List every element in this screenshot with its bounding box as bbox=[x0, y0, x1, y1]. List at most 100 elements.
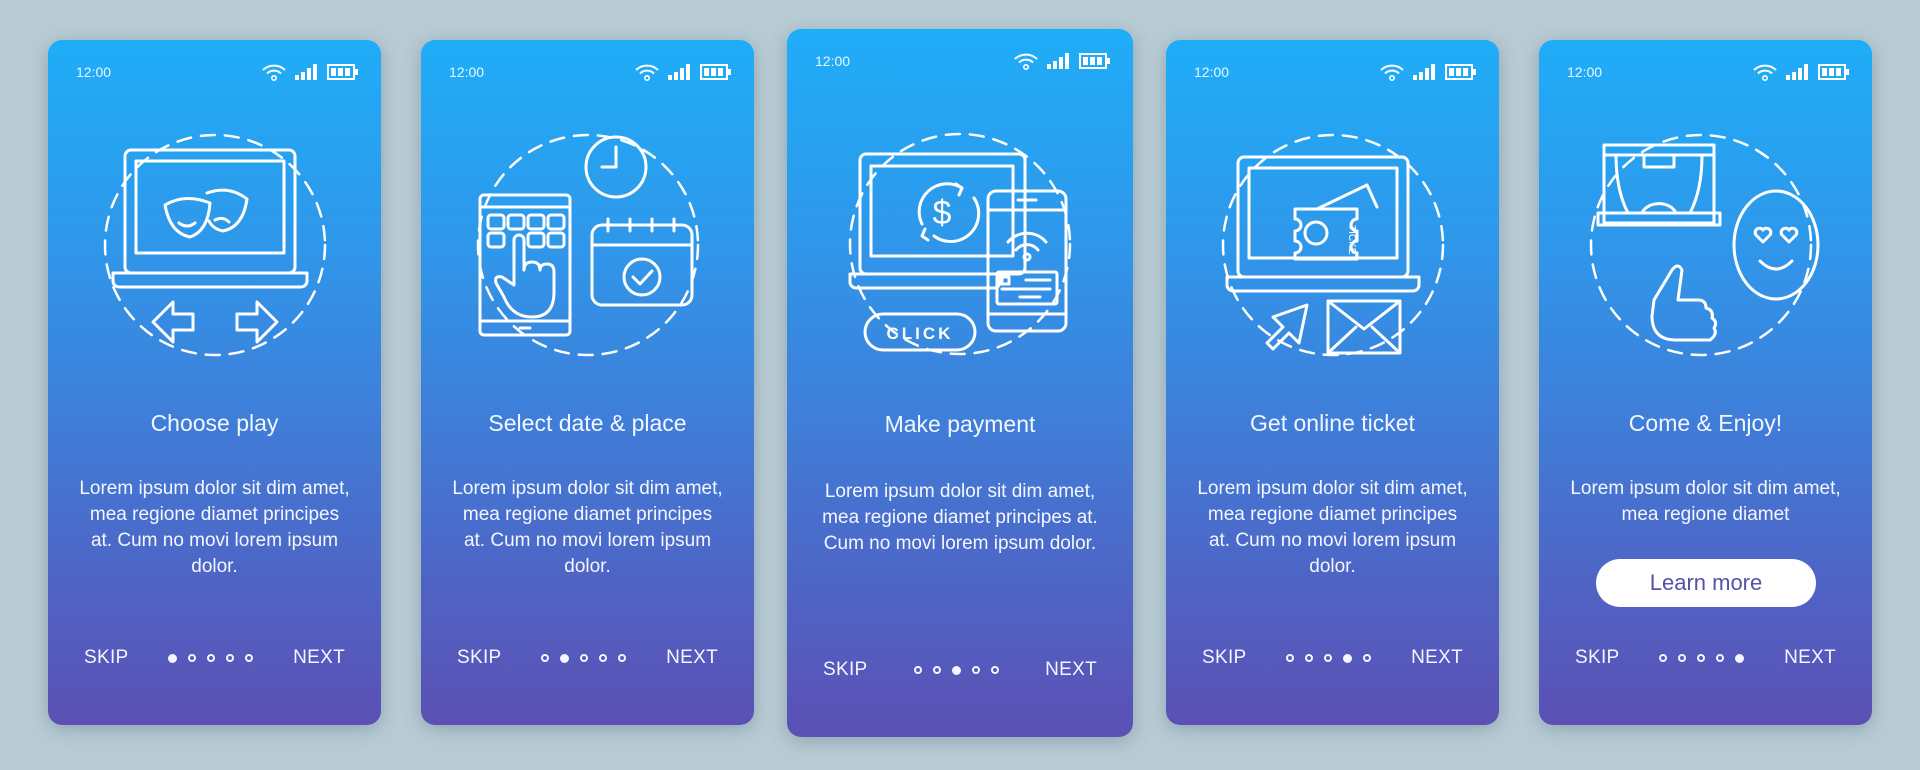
screen-description: Lorem ipsum dolor sit dim amet, mea regi… bbox=[822, 481, 1098, 554]
signal-icon bbox=[1047, 53, 1071, 69]
page-dot-active[interactable] bbox=[560, 653, 570, 663]
smartphone-icon bbox=[986, 189, 1068, 333]
next-button[interactable]: NEXT bbox=[293, 647, 345, 669]
enjoy-show-illustration bbox=[1576, 125, 1836, 365]
onboarding-screen-1: 12:00 Choose play Lorem ipsum dolor sit … bbox=[48, 40, 381, 725]
screen-title: Get online ticket bbox=[1250, 410, 1415, 436]
wifi-icon bbox=[634, 63, 660, 81]
page-dot-active[interactable] bbox=[1343, 653, 1353, 663]
svg-text:$: $ bbox=[933, 194, 952, 232]
screen-description: Lorem ipsum dolor sit dim amet, mea regi… bbox=[1197, 478, 1468, 577]
page-indicator bbox=[913, 665, 999, 675]
skip-button[interactable]: SKIP bbox=[457, 647, 502, 669]
battery-icon bbox=[1818, 64, 1850, 80]
page-dot[interactable] bbox=[580, 654, 589, 662]
thumbs-up-icon bbox=[1650, 264, 1717, 342]
status-bar: 12:00 bbox=[449, 62, 732, 82]
status-bar: 12:00 bbox=[1194, 62, 1477, 82]
wifi-icon bbox=[1379, 63, 1405, 81]
status-time: 12:00 bbox=[76, 64, 112, 80]
battery-icon bbox=[1079, 53, 1111, 69]
tapping-hand-icon bbox=[493, 233, 555, 319]
wifi-icon bbox=[261, 63, 287, 81]
page-dot[interactable] bbox=[1678, 654, 1687, 662]
page-dot-active[interactable] bbox=[168, 653, 178, 663]
clock-icon bbox=[584, 135, 647, 199]
signal-icon bbox=[1786, 64, 1810, 80]
skip-button[interactable]: SKIP bbox=[823, 659, 868, 681]
wifi-icon bbox=[1752, 63, 1778, 81]
status-time: 12:00 bbox=[815, 53, 851, 69]
page-dot-active[interactable] bbox=[951, 665, 961, 675]
page-dot-active[interactable] bbox=[1735, 653, 1745, 663]
screen-title: Select date & place bbox=[488, 410, 687, 436]
tablet-clock-calendar-illustration bbox=[458, 125, 718, 365]
click-button-icon: CLICK bbox=[863, 312, 977, 352]
screen-description: Lorem ipsum dolor sit dim amet, mea regi… bbox=[1570, 478, 1841, 525]
page-indicator bbox=[541, 653, 627, 663]
signal-icon bbox=[1413, 64, 1437, 80]
cursor-arrow-icon bbox=[1265, 303, 1308, 351]
signal-icon bbox=[668, 64, 692, 80]
envelope-icon bbox=[1326, 299, 1401, 355]
next-button[interactable]: NEXT bbox=[1045, 659, 1097, 681]
page-dot[interactable] bbox=[990, 666, 999, 674]
screen-title: Make payment bbox=[884, 411, 1036, 437]
screen-title: Come & Enjoy! bbox=[1628, 410, 1783, 436]
onboarding-screen-4: 12:00 TICKET Get online ticket Lorem ips… bbox=[1166, 40, 1499, 725]
heart-eyes-face-icon bbox=[1732, 189, 1819, 301]
theater-stage-icon bbox=[1596, 143, 1721, 227]
svg-text:CLICK: CLICK bbox=[887, 324, 954, 343]
page-dot[interactable] bbox=[226, 654, 235, 662]
battery-icon bbox=[1445, 64, 1477, 80]
page-dot[interactable] bbox=[971, 666, 980, 674]
status-time: 12:00 bbox=[1194, 64, 1230, 80]
onboarding-screen-5: 12:00 Come & Enjoy! Lorem ipsum dolor si… bbox=[1539, 40, 1872, 725]
page-dot[interactable] bbox=[1286, 654, 1295, 662]
skip-button[interactable]: SKIP bbox=[1575, 647, 1620, 669]
skip-button[interactable]: SKIP bbox=[1202, 647, 1247, 669]
status-time: 12:00 bbox=[1567, 64, 1603, 80]
learn-more-button[interactable]: Learn more bbox=[1596, 559, 1816, 607]
laptop-theater-masks-illustration bbox=[85, 125, 345, 365]
onboarding-screen-2: 12:00 Select date & place Lorem ipsum do… bbox=[421, 40, 754, 725]
dollar-exchange-icon: $ bbox=[917, 182, 981, 244]
page-dot[interactable] bbox=[541, 654, 550, 662]
page-dot[interactable] bbox=[1363, 654, 1372, 662]
ticket-icon: TICKET bbox=[1293, 183, 1378, 261]
page-dot[interactable] bbox=[1716, 654, 1725, 662]
next-button[interactable]: NEXT bbox=[1411, 647, 1463, 669]
page-dot[interactable] bbox=[1305, 654, 1314, 662]
online-ticket-illustration: TICKET bbox=[1203, 125, 1463, 365]
screen-description: Lorem ipsum dolor sit dim amet, mea regi… bbox=[79, 478, 350, 577]
svg-text:TICKET: TICKET bbox=[1346, 225, 1357, 261]
page-dot[interactable] bbox=[932, 666, 941, 674]
battery-icon bbox=[700, 64, 732, 80]
page-dot[interactable] bbox=[188, 654, 197, 662]
theater-masks-icon bbox=[163, 188, 248, 239]
skip-button[interactable]: SKIP bbox=[84, 647, 129, 669]
page-dot[interactable] bbox=[1659, 654, 1668, 662]
signal-icon bbox=[295, 64, 319, 80]
next-button[interactable]: NEXT bbox=[666, 647, 718, 669]
page-dot[interactable] bbox=[1697, 654, 1706, 662]
page-indicator bbox=[168, 653, 254, 663]
screen-description: Lorem ipsum dolor sit dim amet, mea regi… bbox=[452, 478, 723, 577]
page-dot[interactable] bbox=[618, 654, 627, 662]
page-dot[interactable] bbox=[599, 654, 608, 662]
status-bar: 12:00 bbox=[815, 51, 1111, 71]
battery-icon bbox=[327, 64, 359, 80]
page-indicator bbox=[1659, 653, 1745, 663]
page-dot[interactable] bbox=[207, 654, 216, 662]
next-button[interactable]: NEXT bbox=[1784, 647, 1836, 669]
laptop-icon bbox=[111, 148, 308, 289]
status-time: 12:00 bbox=[449, 64, 485, 80]
page-dot[interactable] bbox=[913, 666, 922, 674]
status-bar: 12:00 bbox=[76, 62, 359, 82]
onboarding-screen-3: 12:00 $ CLICK Make payment Lorem ipsum d… bbox=[787, 29, 1133, 737]
page-dot[interactable] bbox=[1324, 654, 1333, 662]
page-indicator bbox=[1286, 653, 1372, 663]
arrows-icon bbox=[151, 300, 278, 344]
calendar-icon bbox=[590, 217, 693, 307]
page-dot[interactable] bbox=[245, 654, 254, 662]
